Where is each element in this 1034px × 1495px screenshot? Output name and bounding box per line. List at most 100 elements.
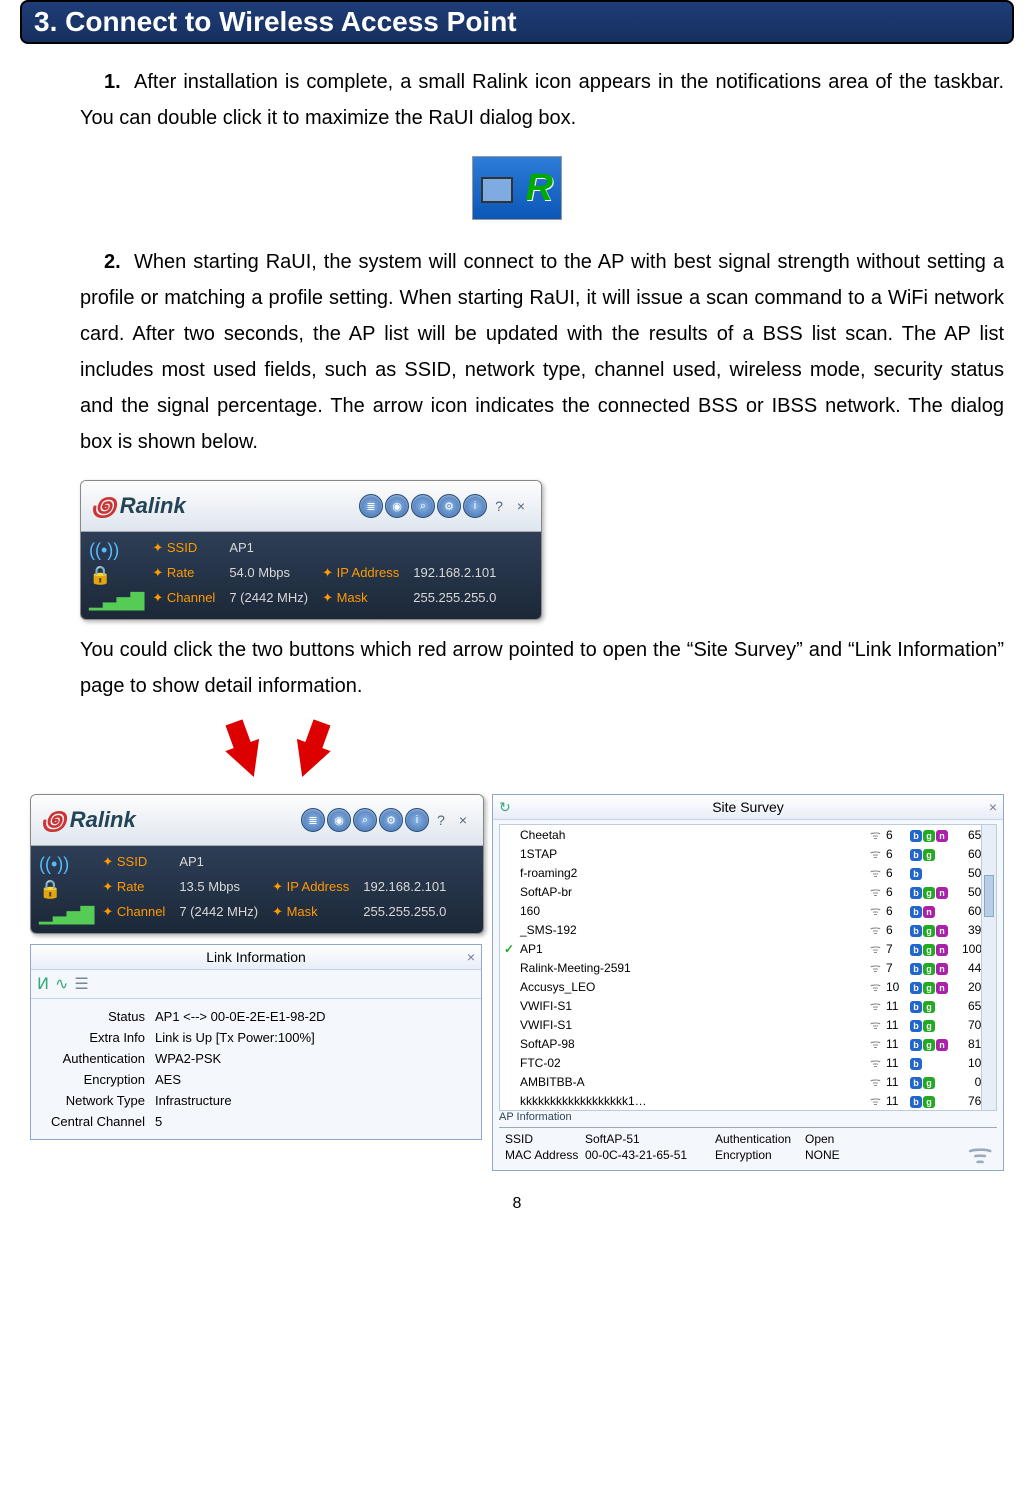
extrainfo-value: Link is Up [Tx Power:100%] <box>155 1030 467 1045</box>
antenna-icon: ᯤ <box>870 1054 886 1071</box>
ssid-cell: SoftAP-br <box>520 885 870 899</box>
doc-icon[interactable]: ☰ <box>74 974 88 994</box>
ap-row[interactable]: FTC-02ᯤ11b⚿10% <box>500 1053 996 1072</box>
tray-icon[interactable]: R <box>472 156 562 220</box>
antenna-icon: ᯤ <box>967 1134 993 1172</box>
step-2: 2.When starting RaUI, the system will co… <box>80 244 1004 460</box>
scrollbar[interactable] <box>981 825 996 1110</box>
antenna-icon: ᯤ <box>870 1035 886 1052</box>
red-arrows <box>190 724 1014 794</box>
info-icon[interactable]: i <box>463 494 487 518</box>
ap-row[interactable]: AMBITBB-Aᯤ11bg⚿0% <box>500 1072 996 1091</box>
ap-row[interactable]: kkkkkkkkkkkkkkkkkk1…ᯤ11bg⚿76% <box>500 1091 996 1110</box>
section-header: 3. Connect to Wireless Access Point <box>20 0 1014 44</box>
close-icon[interactable]: × <box>467 949 475 965</box>
ap-row[interactable]: Cheetahᯤ6bgn65% <box>500 825 996 844</box>
ssid-cell: FTC-02 <box>520 1056 870 1070</box>
channel-cell: 6 <box>886 828 910 842</box>
ssid-cell: Cheetah <box>520 828 870 842</box>
ssid-cell: 160 <box>520 904 870 918</box>
search-icon[interactable]: ⌕ <box>411 494 435 518</box>
ap-row[interactable]: f-roaming2ᯤ6b50% <box>500 863 996 882</box>
channel-cell: 11 <box>886 1075 910 1089</box>
swirl-icon: ꩜ <box>41 801 66 839</box>
ssid-cell: VWIFI-S1 <box>520 1018 870 1032</box>
ap-row[interactable]: SoftAP-98ᯤ11bgn81% <box>500 1034 996 1053</box>
list-icon[interactable]: ≣ <box>359 494 383 518</box>
antenna-icon: ᯤ <box>870 1092 886 1109</box>
step-1: 1.After installation is complete, a smal… <box>80 64 1004 136</box>
auth-value: WPA2-PSK <box>155 1051 467 1066</box>
antenna-icon: ᯤ <box>870 940 886 957</box>
ap-list[interactable]: Cheetahᯤ6bgn65%1STAPᯤ6bg⚿60%f-roaming2ᯤ6… <box>499 824 997 1111</box>
ssid-cell: 1STAP <box>520 847 870 861</box>
refresh-icon[interactable]: ↻ <box>499 799 511 816</box>
ap-row[interactable]: VWIFI-S1ᯤ11bg65% <box>500 996 996 1015</box>
scrollbar-thumb[interactable] <box>984 875 994 917</box>
status-value: AP1 <--> 00-0E-2E-E1-98-2D <box>155 1009 467 1024</box>
step-2-num: 2. <box>104 244 134 280</box>
lock-icon: 🔒 <box>39 879 94 900</box>
apinfo-auth-label: Authentication <box>715 1132 805 1146</box>
channel-cell: 7 <box>886 942 910 956</box>
channel-label: Central Channel <box>45 1114 155 1129</box>
wifi-icon: ((•)) <box>39 854 94 875</box>
modes-cell: bgn <box>910 1037 962 1051</box>
signal-icon: ▁▃▅▇ <box>89 590 144 611</box>
modes-cell: bgn <box>910 923 962 937</box>
site-survey-pane: Site Survey ↻ × Cheetahᯤ6bgn65%1STAPᯤ6bg… <box>492 794 1004 1171</box>
help-button[interactable]: ? <box>431 810 451 830</box>
wifi-icon: ((•)) <box>89 540 144 561</box>
ap-row[interactable]: _SMS-192ᯤ6bgn39% <box>500 920 996 939</box>
apinfo-ssid: SoftAP-51 <box>585 1132 715 1146</box>
signal-icon[interactable]: ⵍ <box>37 974 49 994</box>
channel-cell: 11 <box>886 999 910 1013</box>
gear-icon[interactable]: ⚙ <box>437 494 461 518</box>
ap-row[interactable]: VWIFI-S1ᯤ11bg⚿70% <box>500 1015 996 1034</box>
channel-cell: 6 <box>886 904 910 918</box>
ap-row[interactable]: ✓AP1ᯤ7bgn⚿100% <box>500 939 996 958</box>
pane-title: Site Survey <box>493 795 1003 820</box>
close-button[interactable]: × <box>511 496 531 516</box>
info-icon[interactable]: i <box>405 808 429 832</box>
antenna-icon: ᯤ <box>870 978 886 995</box>
ssid-cell: f-roaming2 <box>520 866 870 880</box>
step-1-text: After installation is complete, a small … <box>80 71 1004 129</box>
close-button[interactable]: × <box>453 810 473 830</box>
list-icon[interactable]: ≣ <box>301 808 325 832</box>
ssid-cell: VWIFI-S1 <box>520 999 870 1013</box>
close-icon[interactable]: × <box>989 799 997 815</box>
help-button[interactable]: ? <box>489 496 509 516</box>
channel-value: 5 <box>155 1114 467 1129</box>
radio-icon[interactable]: ◉ <box>385 494 409 518</box>
ap-row[interactable]: 160ᯤ6bn60% <box>500 901 996 920</box>
channel-cell: 11 <box>886 1018 910 1032</box>
search-icon[interactable]: ⌕ <box>353 808 377 832</box>
antenna-icon: ᯤ <box>870 997 886 1014</box>
apinfo-auth: Open <box>805 1132 865 1146</box>
ap-row[interactable]: 1STAPᯤ6bg⚿60% <box>500 844 996 863</box>
antenna-icon: ᯤ <box>870 1073 886 1090</box>
ralink-compact-panel-2: ꩜Ralink ≣ ◉ ⌕ ⚙ i ? × <box>30 794 484 934</box>
link-information-pane: Link Information × ⵍ ∿ ☰ StatusAP1 <--> … <box>30 944 482 1140</box>
ap-info-title: AP Information <box>499 1111 997 1123</box>
apinfo-enc-label: Encryption <box>715 1148 805 1162</box>
ap-row[interactable]: Ralink-Meeting-2591ᯤ7bgn⚿44% <box>500 958 996 977</box>
swirl-icon: ꩜ <box>91 487 116 525</box>
modes-cell: bgn <box>910 828 962 842</box>
status-label: Status <box>45 1009 155 1024</box>
modes-cell: bgn <box>910 980 962 994</box>
ssid-cell: Accusys_LEO <box>520 980 870 994</box>
lock-icon: 🔒 <box>89 565 144 586</box>
channel-cell: 6 <box>886 847 910 861</box>
gear-icon[interactable]: ⚙ <box>379 808 403 832</box>
ap-row[interactable]: Accusys_LEOᯤ10bgn20% <box>500 977 996 996</box>
ap-row[interactable]: SoftAP-brᯤ6bgn50% <box>500 882 996 901</box>
apinfo-mac: 00-0C-43-21-65-51 <box>585 1148 715 1162</box>
chart-icon[interactable]: ∿ <box>55 974 68 994</box>
modes-cell: bg⚿ <box>910 1075 962 1089</box>
radio-icon[interactable]: ◉ <box>327 808 351 832</box>
status-grid: SSIDAP1 Rate54.0 MbpsIP Address192.168.2… <box>152 540 496 611</box>
channel-cell: 11 <box>886 1037 910 1051</box>
step-1-num: 1. <box>104 64 134 100</box>
